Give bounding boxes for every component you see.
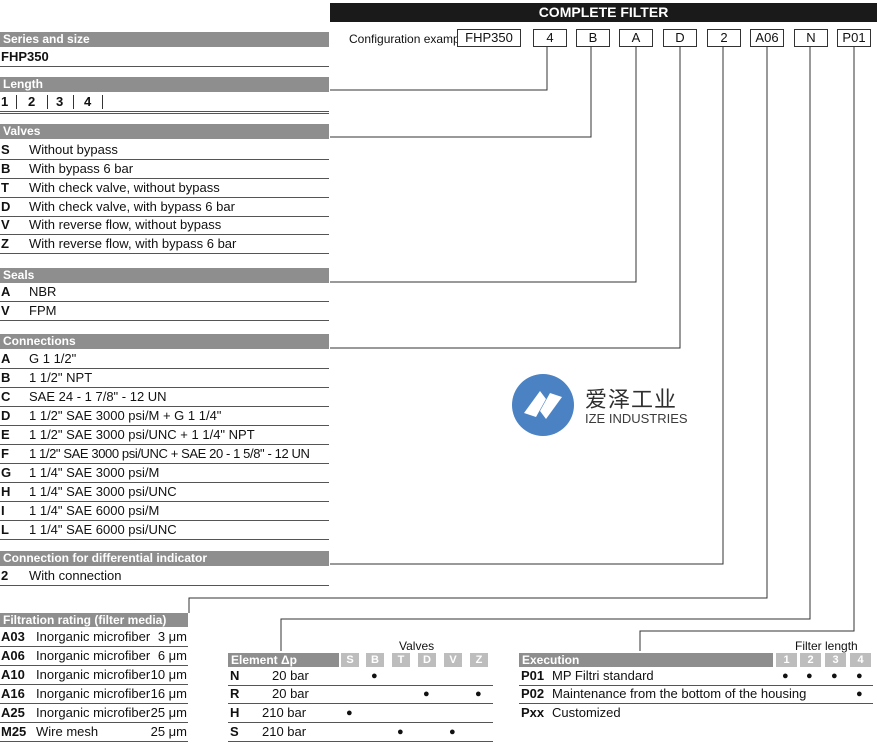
connections-row: L1 1/4" SAE 6000 psi/UNC [0,521,329,540]
indicator-row: 2 With connection [0,567,329,586]
availability-dot: ● [831,670,838,682]
series-value: FHP350 [1,49,49,64]
watermark-cn: 爱泽工业 [585,387,678,412]
filtration-row: M25 Wire mesh 25 μm [0,723,188,742]
ize-logo-icon [512,374,574,436]
availability-dot: ● [397,726,404,738]
element-col-header: V [444,653,462,667]
element-col-header: S [341,653,359,667]
filtration-row: A10 Inorganic microfiber 10 μm [0,666,188,685]
availability-dot: ● [806,670,813,682]
availability-dot: ● [449,726,456,738]
connections-row: I1 1/4" SAE 6000 psi/M [0,502,329,521]
valves-row: T With check valve, without bypass [0,179,329,198]
section-header-indicator: Connection for differential indicator [0,551,329,566]
connections-row: AG 1 1/2" [0,350,329,369]
connections-row: B1 1/2" NPT [0,369,329,388]
length-value-2: 2 [28,94,36,109]
section-header-element: Element Δp [228,653,339,667]
connections-row: C SAE 24 - 1 7/8" - 12 UN [0,388,329,407]
execution-row: P02 Maintenance from the bottom of the ho… [519,685,873,704]
execution-row: P01 MP Filtri standard ● ● ● ● [519,667,873,686]
element-row: R 20 bar ● ● [228,685,493,704]
valves-row: V With reverse flow, without bypass [0,216,329,235]
length-value-3: 3 [56,94,64,109]
section-header-length: Length [0,77,329,92]
watermark-en: IZE INDUSTRIES [585,411,688,426]
length-row: 1 2 3 4 [0,93,329,112]
connections-row: G1 1/4" SAE 3000 psi/M [0,464,329,483]
connections-row: H1 1/4" SAE 3000 psi/UNC [0,483,329,502]
execution-length-label: Filter length [795,639,858,653]
element-col-header: B [366,653,384,667]
valves-row: Z With reverse flow, with bypass 6 bar [0,235,329,254]
availability-dot: ● [423,688,430,700]
valves-row: S Without bypass [0,141,329,160]
availability-dot: ● [475,688,482,700]
element-valves-label: Valves [399,639,435,653]
element-col-header: T [392,653,410,667]
availability-dot: ● [856,688,863,700]
execution-row: Pxx Customized [521,705,621,720]
section-header-valves: Valves [0,124,329,139]
series-row: FHP350 [0,48,329,67]
element-col-header: Z [470,653,488,667]
filtration-row: A25 Inorganic microfiber 25 μm [0,704,188,723]
valves-row: B With bypass 6 bar [0,160,329,179]
section-header-connections: Connections [0,334,329,349]
filtration-row: A16 Inorganic microfiber 16 μm [0,685,188,704]
connections-row: E1 1/2" SAE 3000 psi/UNC + 1 1/4" NPT [0,426,329,445]
execution-col-header: 3 [825,653,846,667]
execution-col-header: 4 [850,653,871,667]
connections-row: F1 1/2" SAE 3000 psi/UNC + SAE 20 - 1 5/… [0,445,329,464]
valves-row: D With check valve, with bypass 6 bar [0,198,329,217]
availability-dot: ● [856,670,863,682]
availability-dot: ● [346,707,353,719]
element-col-header: D [418,653,436,667]
seals-row: A NBR [0,283,329,302]
length-value-1: 1 [1,94,9,109]
section-header-seals: Seals [0,268,329,283]
availability-dot: ● [782,670,789,682]
availability-dot: ● [371,670,378,682]
connections-row: D1 1/2" SAE 3000 psi/M + G 1 1/4" [0,407,329,426]
section-header-series: Series and size [0,32,329,47]
filtration-row: A06 Inorganic microfiber 6 μm [0,647,188,666]
section-header-execution: Execution [519,653,773,667]
execution-col-header: 1 [776,653,797,667]
section-header-filtration: Filtration rating (filter media) [0,613,188,627]
filtration-row: A03 Inorganic microfiber 3 μm [0,628,188,647]
element-row: S 210 bar ● ● [228,723,493,742]
seals-row: V FPM [0,302,329,321]
element-row: N 20 bar ● [228,667,493,686]
element-row: H 210 bar ● [228,704,493,723]
length-value-4: 4 [84,94,92,109]
execution-col-header: 2 [800,653,821,667]
